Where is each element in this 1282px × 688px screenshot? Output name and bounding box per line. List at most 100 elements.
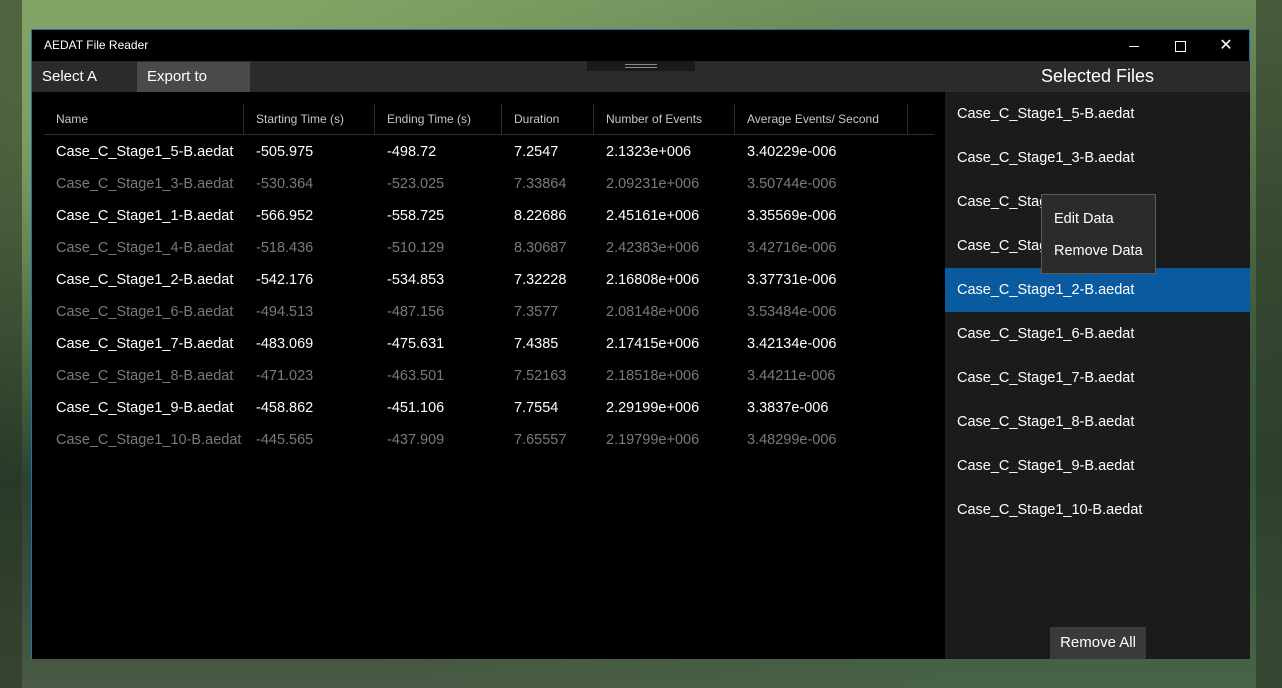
title-bar[interactable]: AEDAT File Reader ✕ (32, 30, 1249, 61)
panel-title: Selected Files (1040, 66, 1155, 86)
table-cell: -458.862 (256, 400, 314, 416)
table-cell: -437.909 (387, 432, 445, 448)
table-cell: -534.853 (387, 272, 445, 288)
table-row[interactable]: Case_C_Stage1_10-B.aedat -445.565 -437.909… (44, 424, 934, 456)
selected-file-item[interactable]: Case_C_Stage1_6-B.aedat (945, 312, 1250, 356)
close-icon: ✕ (1219, 37, 1233, 54)
close-button[interactable]: ✕ (1203, 30, 1249, 61)
remove-all-button[interactable]: Remove All (1050, 627, 1146, 659)
table-cell: 2.45161e+006 (606, 208, 700, 224)
grip-line (625, 67, 657, 68)
table-cell: 3.42716e-006 (747, 240, 837, 256)
table-cell: -558.725 (387, 208, 445, 224)
table-cell: 2.42383e+006 (606, 240, 700, 256)
grid-header: Name Starting Time (s) Ending Time (s) D… (44, 104, 934, 135)
selected-files-header: Selected Files (945, 61, 1250, 92)
table-row[interactable]: Case_C_Stage1_8-B.aedat -471.023 -463.501 7… (44, 360, 934, 392)
grip-line (625, 64, 657, 65)
table-cell: 3.53484e-006 (747, 304, 837, 320)
table-cell: Case_C_Stage1_5-B.aedat (56, 144, 234, 160)
table-cell: 3.44211e-006 (747, 368, 836, 384)
column-header-average-events[interactable]: Average Events/ Second (735, 104, 908, 134)
edit-data-menu-item[interactable]: Edit Data (1054, 211, 1114, 227)
table-cell: -494.513 (256, 304, 314, 320)
selected-file-item[interactable]: Case_C_Stage1_7-B.aedat (945, 356, 1250, 400)
minimize-button[interactable] (1111, 30, 1157, 61)
table-cell: 2.19799e+006 (606, 432, 700, 448)
table-cell: 8.30687 (514, 240, 567, 256)
table-cell: 7.33864 (514, 176, 567, 192)
column-header-number-of-events[interactable]: Number of Events (594, 104, 735, 134)
minimize-icon (1129, 45, 1139, 47)
table-cell: 2.08148e+006 (606, 304, 700, 320)
table-row[interactable]: Case_C_Stage1_9-B.aedat -458.862 -451.106 7… (44, 392, 934, 424)
table-cell: 2.29199e+006 (606, 400, 700, 416)
app-window: AEDAT File Reader ✕ Select A File Export… (31, 29, 1250, 659)
table-cell: Case_C_Stage1_7-B.aedat (56, 336, 234, 352)
table-cell: 3.50744e-006 (747, 176, 837, 192)
table-cell: 3.37731e-006 (747, 272, 837, 288)
table-cell: Case_C_Stage1_10-B.aedat (56, 432, 242, 448)
table-row[interactable]: Case_C_Stage1_3-B.aedat -530.364 -523.025 7… (44, 168, 934, 200)
maximize-button[interactable] (1157, 30, 1203, 61)
table-cell: 2.1323e+006 (606, 144, 692, 160)
selected-file-item[interactable]: Case_C_Stage1_8-B.aedat (945, 400, 1250, 444)
selected-files-panel: Case_C_Stage1_5-B.aedat Case_C_Stage1_3-B… (945, 92, 1250, 659)
selected-file-item[interactable]: Case_C_Stage1_10-B.aedat (945, 488, 1250, 532)
table-row[interactable]: Case_C_Stage1_7-B.aedat -483.069 -475.631 7… (44, 328, 934, 360)
background-tree (1256, 0, 1282, 688)
table-cell: Case_C_Stage1_3-B.aedat (56, 176, 234, 192)
table-cell: -471.023 (256, 368, 314, 384)
table-row[interactable]: Case_C_Stage1_2-B.aedat -542.176 -534.853 7… (44, 264, 934, 296)
table-cell: Case_C_Stage1_6-B.aedat (56, 304, 234, 320)
table-cell: Case_C_Stage1_2-B.aedat (56, 272, 234, 288)
table-cell: -518.436 (256, 240, 314, 256)
table-cell: 7.3577 (514, 304, 559, 320)
selected-file-item[interactable]: Case_C_Stage1_3-B.aedat (945, 136, 1250, 180)
data-grid: Name Starting Time (s) Ending Time (s) D… (32, 92, 945, 659)
table-cell: -530.364 (256, 176, 314, 192)
table-cell: 2.18518e+006 (606, 368, 700, 384)
table-cell: -542.176 (256, 272, 314, 288)
selected-file-item[interactable]: Case_C_Stage1_9-B.aedat (945, 444, 1250, 488)
export-csv-button[interactable]: Export to CSV (137, 62, 250, 115)
table-row[interactable]: Case_C_Stage1_1-B.aedat -566.952 -558.725 8… (44, 200, 934, 232)
table-cell: Case_C_Stage1_4-B.aedat (56, 240, 234, 256)
table-cell: 7.32228 (514, 272, 567, 288)
column-header-duration[interactable]: Duration (502, 104, 594, 134)
table-cell: 8.22686 (514, 208, 567, 224)
table-cell: 2.16808e+006 (606, 272, 700, 288)
table-cell: -475.631 (387, 336, 445, 352)
remove-data-menu-item[interactable]: Remove Data (1054, 243, 1143, 259)
table-cell: 7.52163 (514, 368, 567, 384)
table-cell: 3.42134e-006 (747, 336, 837, 352)
table-cell: -483.069 (256, 336, 314, 352)
table-cell: -510.129 (387, 240, 445, 256)
table-cell: -463.501 (387, 368, 445, 384)
table-cell: 3.35569e-006 (747, 208, 837, 224)
table-row[interactable]: Case_C_Stage1_6-B.aedat -494.513 -487.156 7… (44, 296, 934, 328)
selected-file-item[interactable]: Case_C_Stage1_5-B.aedat (945, 92, 1250, 136)
column-header-ending-time[interactable]: Ending Time (s) (375, 104, 502, 134)
table-cell: 7.65557 (514, 432, 567, 448)
toolbar: Select A File Export to CSV (32, 61, 945, 115)
table-cell: Case_C_Stage1_1-B.aedat (56, 208, 234, 224)
selected-file-item[interactable]: Case_C_Stage1_2-B.aedat (945, 268, 1250, 312)
table-cell: -566.952 (256, 208, 314, 224)
table-row[interactable]: Case_C_Stage1_4-B.aedat -518.436 -510.129 8… (44, 232, 934, 264)
table-cell: 7.7554 (514, 400, 559, 416)
column-header-starting-time[interactable]: Starting Time (s) (244, 104, 375, 134)
table-cell: 7.4385 (514, 336, 559, 352)
table-cell: -451.106 (387, 400, 445, 416)
table-row[interactable]: Case_C_Stage1_5-B.aedat -505.975 -498.72 7.… (44, 136, 934, 168)
drag-handle[interactable] (587, 61, 695, 71)
background-tree (0, 0, 22, 688)
table-cell: Case_C_Stage1_9-B.aedat (56, 400, 234, 416)
select-file-button[interactable]: Select A File (32, 62, 132, 115)
table-cell: -505.975 (256, 144, 314, 160)
table-cell: 3.40229e-006 (747, 144, 837, 160)
table-cell: 7.2547 (514, 144, 559, 160)
table-cell: -487.156 (387, 304, 445, 320)
table-cell: -498.72 (387, 144, 437, 160)
column-header-name[interactable]: Name (44, 104, 244, 134)
